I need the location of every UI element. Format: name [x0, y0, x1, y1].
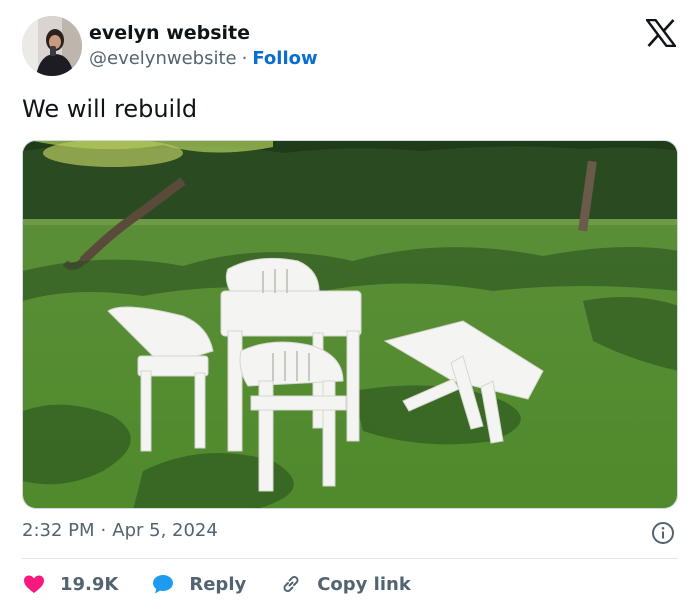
copy-link-button[interactable]: Copy link [279, 572, 411, 596]
tweet-text: We will rebuild [22, 95, 198, 123]
timestamp-separator: · [100, 520, 107, 541]
speech-bubble-icon [151, 572, 175, 596]
copy-link-label: Copy link [317, 573, 411, 595]
follow-button[interactable]: Follow [252, 48, 317, 69]
reply-label: Reply [189, 573, 247, 595]
avatar[interactable] [22, 16, 82, 76]
like-button[interactable]: 19.9K [22, 572, 118, 596]
tweet-date: Apr 5, 2024 [112, 520, 218, 541]
reply-button[interactable]: Reply [151, 572, 246, 596]
like-count: 19.9K [60, 573, 119, 595]
garden-furniture-image [23, 141, 677, 508]
tweet-timestamp[interactable]: 2:32 PM · Apr 5, 2024 [22, 519, 218, 543]
tweet-actions: 19.9K Reply Copy link [22, 568, 411, 600]
author-display-name[interactable]: evelyn website [89, 21, 250, 45]
info-icon[interactable] [651, 521, 675, 545]
heart-icon [22, 572, 46, 596]
x-logo-icon[interactable] [644, 18, 678, 48]
tweet-photo[interactable] [22, 140, 678, 509]
author-handle[interactable]: @evelynwebsite [89, 48, 237, 69]
tweet-card: evelyn website @evelynwebsite · Follow We … [0, 0, 700, 612]
handle-separator: · [241, 48, 248, 69]
link-icon [279, 572, 303, 596]
tweet-time: 2:32 PM [22, 520, 95, 541]
author-handle-row: @evelynwebsite · Follow [89, 47, 318, 71]
avatar-photo [22, 16, 82, 76]
actions-divider [22, 558, 678, 559]
